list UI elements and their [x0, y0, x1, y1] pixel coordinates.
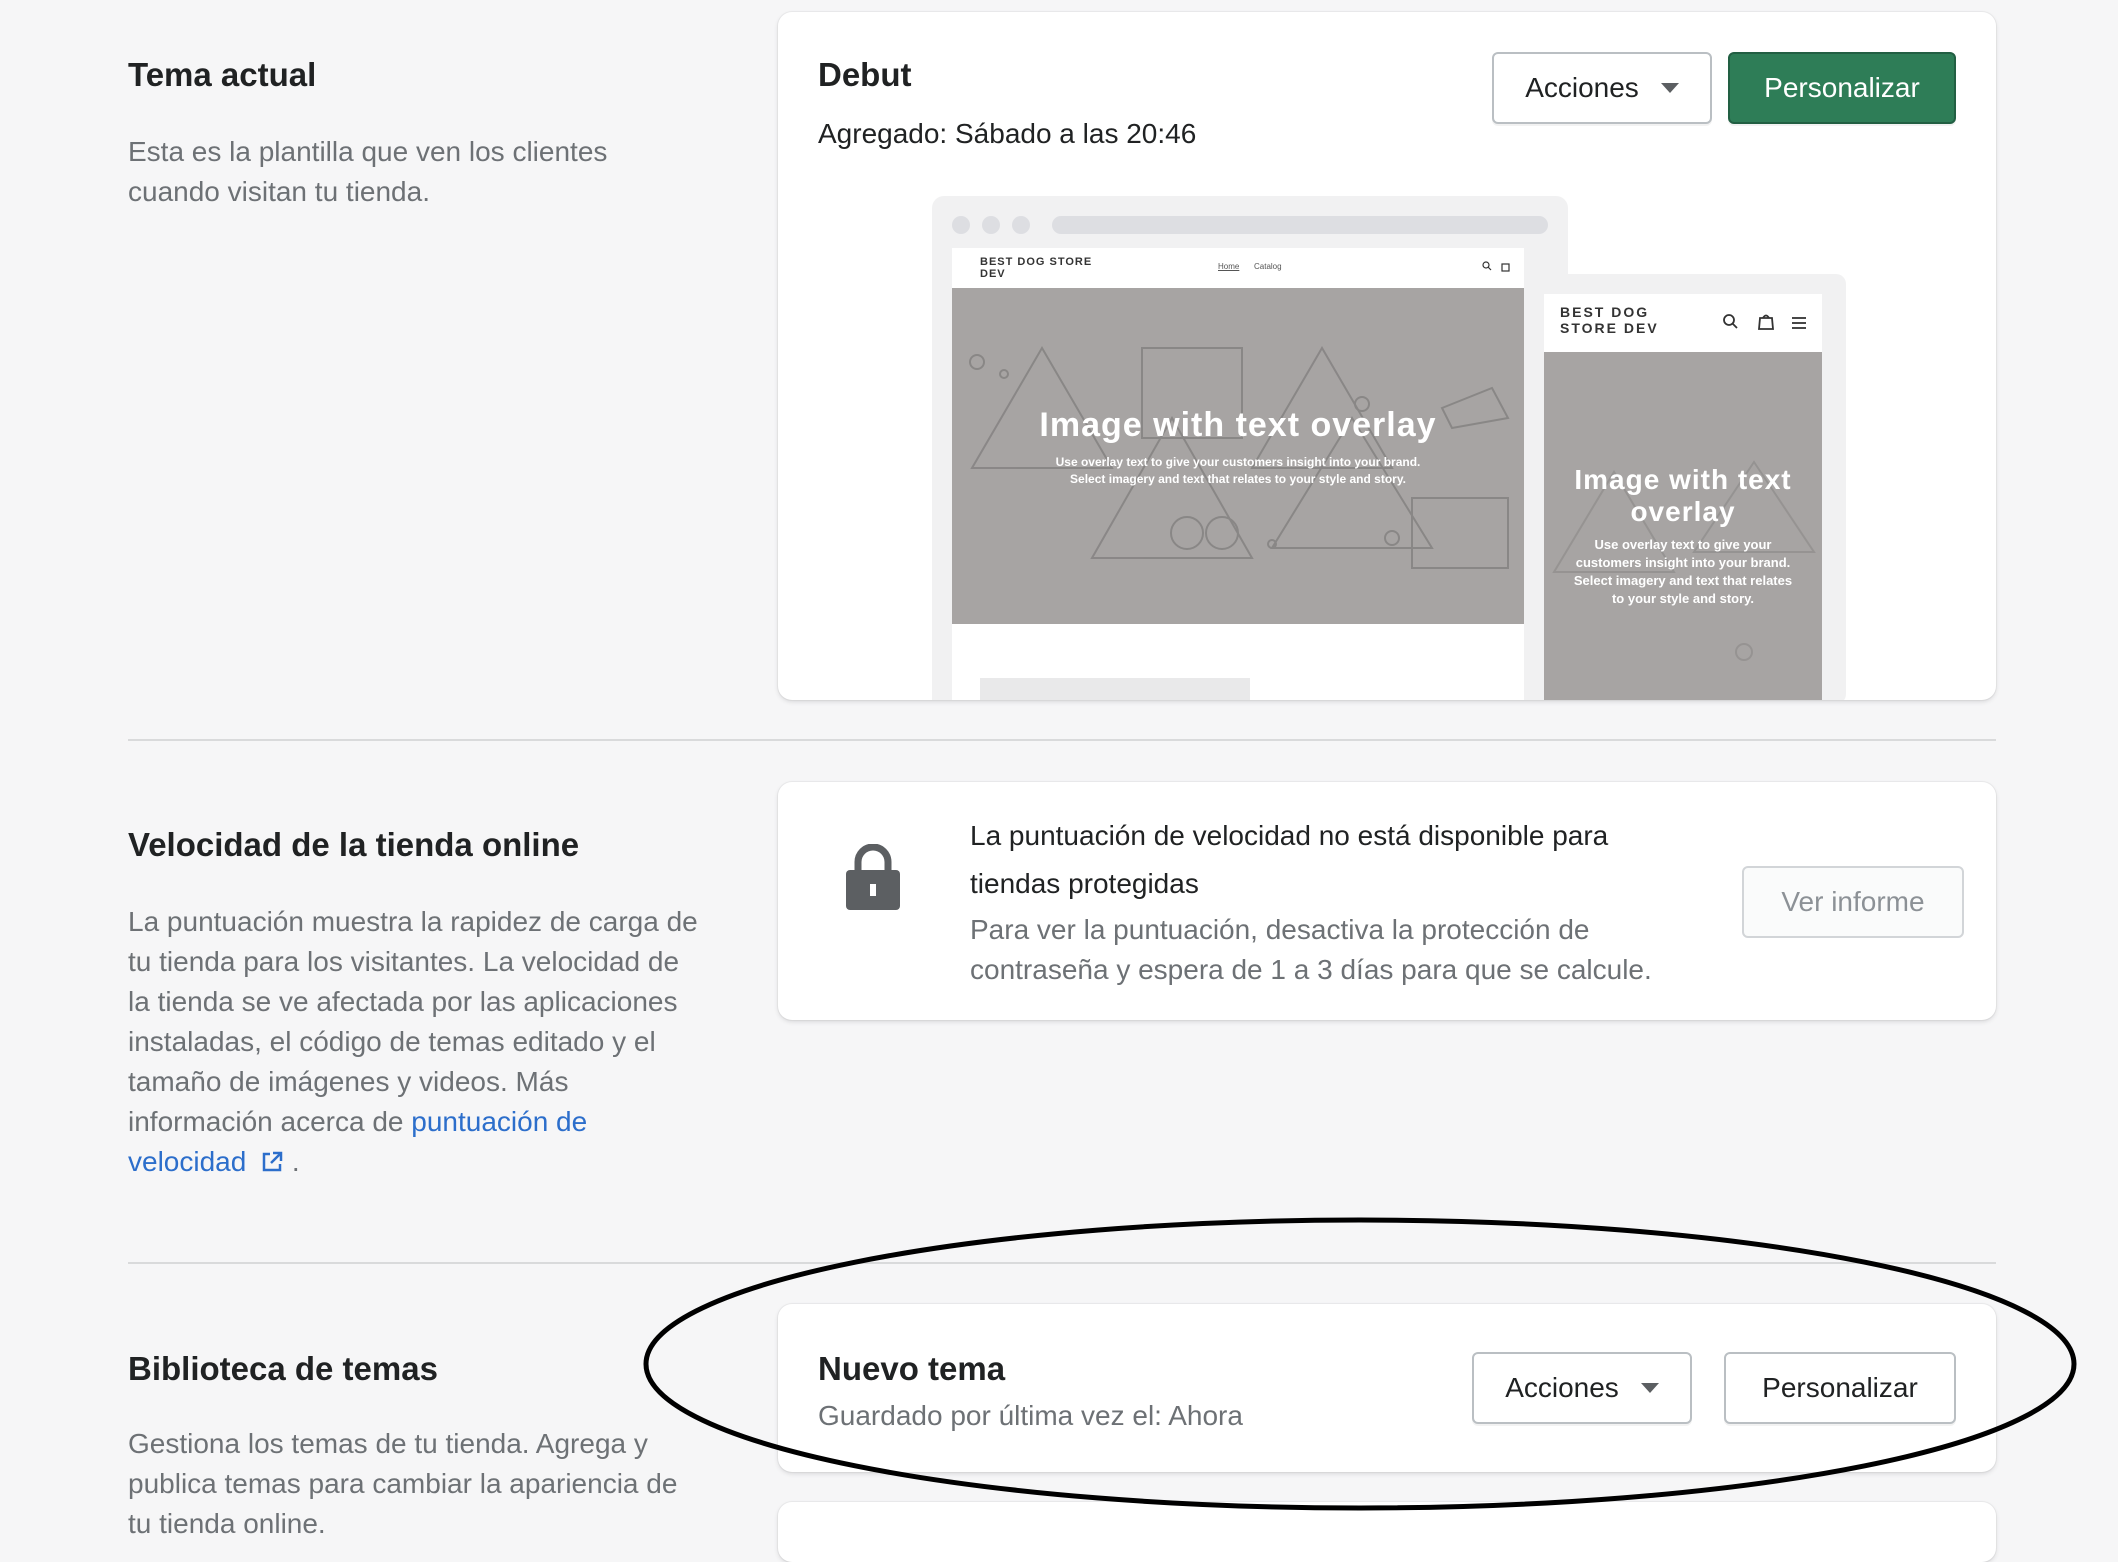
speed-card: La puntuación de velocidad no está dispo… — [778, 782, 1996, 1020]
external-link-icon — [262, 1151, 283, 1172]
caret-down-icon — [1640, 1383, 1659, 1393]
speed-description-period: . — [291, 1146, 300, 1177]
desktop-overlay-text: Use overlay text to give your customers … — [1055, 455, 1421, 486]
current-theme-title: Tema actual — [128, 56, 317, 93]
caret-down-icon — [1660, 83, 1679, 93]
library-actions-dropdown-button[interactable]: Acciones — [1472, 1352, 1692, 1424]
desktop-nav-catalog: Catalog — [1254, 262, 1282, 271]
current-theme-description: Esta es la plantilla que ven los cliente… — [128, 136, 608, 207]
speed-section-title: Velocidad de la tienda online — [128, 826, 580, 863]
view-report-button[interactable]: Ver informe — [1742, 866, 1964, 938]
mobile-preview-frame: BEST DOG STORE DEV Image with text overl… — [1524, 274, 1846, 700]
desktop-header-icons — [1482, 261, 1510, 272]
browser-dot — [982, 216, 1000, 234]
lock-icon — [846, 844, 900, 910]
speed-section-description: La puntuación muestra la rapidez de carg… — [128, 902, 708, 1182]
library-actions-label: Acciones — [1505, 1372, 1619, 1403]
next-library-card — [778, 1502, 1996, 1562]
mobile-header-icons — [1723, 314, 1806, 330]
section-divider — [128, 739, 1996, 741]
desktop-page: BEST DOG STORE DEV Home Catalog Image wi… — [952, 248, 1524, 700]
mobile-store-name: BEST DOG STORE DEV — [1560, 304, 1659, 336]
library-customize-button[interactable]: Personalizar — [1724, 1352, 1956, 1424]
current-theme-name: Debut — [818, 56, 912, 93]
current-theme-added: Agregado: Sábado a las 20:46 — [818, 118, 1197, 149]
browser-dot — [952, 216, 970, 234]
mobile-overlay-title: Image with text overlay — [1574, 464, 1792, 527]
customize-button[interactable]: Personalizar — [1728, 52, 1956, 124]
browser-address-bar — [1052, 216, 1548, 234]
mobile-page: BEST DOG STORE DEV Image with text overl… — [1544, 294, 1822, 700]
library-theme-saved: Guardado por última vez el: Ahora — [818, 1400, 1243, 1431]
library-section-description: Gestiona los temas de tu tienda. Agrega … — [128, 1428, 678, 1539]
section-divider — [128, 1262, 1996, 1264]
library-theme-card: Nuevo tema Guardado por última vez el: A… — [778, 1304, 1996, 1472]
actions-dropdown-button[interactable]: Acciones — [1492, 52, 1712, 124]
desktop-nav-home: Home — [1218, 262, 1240, 271]
browser-dot — [1012, 216, 1030, 234]
current-theme-card: Debut Agregado: Sábado a las 20:46 Accio… — [778, 12, 1996, 700]
desktop-store-name: BEST DOG STORE DEV — [980, 256, 1093, 280]
desktop-placeholder-block — [980, 678, 1250, 700]
library-section-title: Biblioteca de temas — [128, 1350, 438, 1387]
actions-label: Acciones — [1525, 72, 1639, 103]
desktop-preview-frame: BEST DOG STORE DEV Home Catalog Image wi… — [932, 196, 1568, 700]
speed-description-text: La puntuación muestra la rapidez de carg… — [128, 906, 698, 1137]
desktop-overlay-title: Image with text overlay — [1039, 406, 1437, 444]
desktop-hero-image: Image with text overlay Use overlay text… — [952, 288, 1524, 624]
mobile-overlay-text: Use overlay text to give your customers … — [1573, 537, 1793, 606]
speed-unavailable-text: Para ver la puntuación, desactiva la pro… — [970, 914, 1652, 985]
speed-unavailable-title: La puntuación de velocidad no está dispo… — [970, 820, 1609, 899]
library-theme-name: Nuevo tema — [818, 1350, 1006, 1387]
mobile-hero-image: Image with text overlay Use overlay text… — [1544, 352, 1822, 700]
